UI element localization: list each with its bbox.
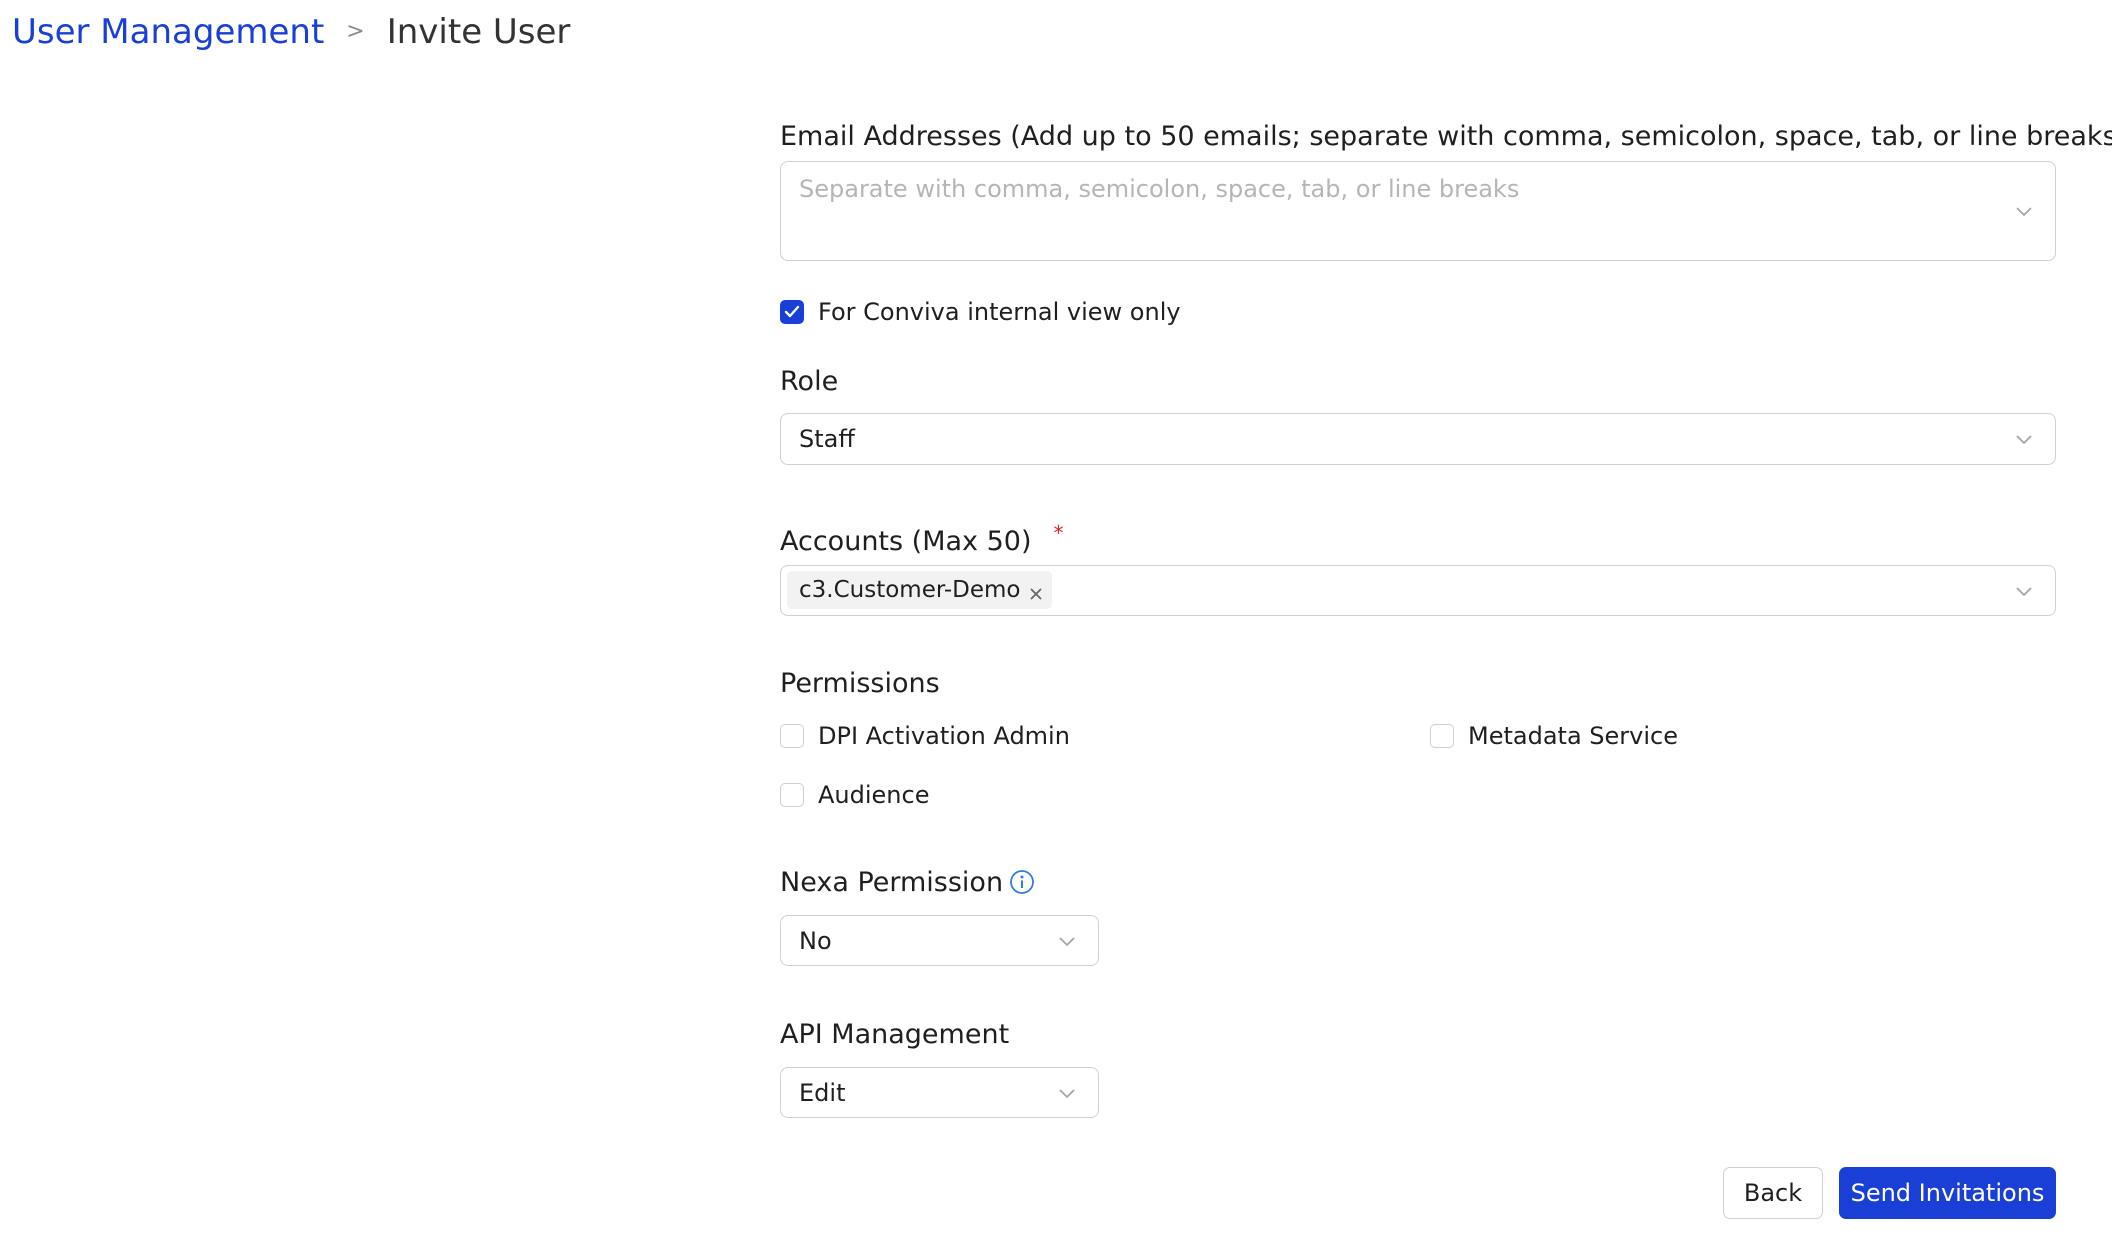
chevron-down-icon xyxy=(2015,202,2033,220)
internal-view-checkbox[interactable] xyxy=(780,300,804,324)
invite-user-page: User Management > Invite User Email Addr… xyxy=(0,0,2112,1258)
account-tag-label: c3.Customer-Demo xyxy=(799,577,1021,603)
role-selected-value: Staff xyxy=(799,425,855,453)
chevron-down-icon xyxy=(1058,1084,1076,1102)
permission-checkbox[interactable] xyxy=(1430,724,1454,748)
permission-dpi-activation-admin[interactable]: DPI Activation Admin xyxy=(780,722,1070,750)
permission-audience[interactable]: Audience xyxy=(780,781,929,809)
email-label-text: Email Addresses (Add up to 50 emails; se… xyxy=(780,121,2112,152)
permissions-label: Permissions xyxy=(780,668,940,699)
api-management-label: API Management xyxy=(780,1019,1010,1050)
accounts-label: Accounts (Max 50) * xyxy=(780,515,1064,560)
close-icon[interactable] xyxy=(1028,582,1044,600)
nexa-permission-label-text: Nexa Permission xyxy=(780,867,1004,898)
permission-label: Audience xyxy=(818,781,930,809)
email-input[interactable]: Separate with comma, semicolon, space, t… xyxy=(780,161,2056,261)
accounts-required-mark: * xyxy=(1053,521,1064,545)
role-label: Role xyxy=(780,366,839,397)
breadcrumb: User Management > Invite User xyxy=(12,10,570,54)
email-placeholder: Separate with comma, semicolon, space, t… xyxy=(799,175,1520,203)
send-invitations-button[interactable]: Send Invitations xyxy=(1839,1167,2056,1219)
accounts-label-text: Accounts (Max 50) xyxy=(780,526,1032,557)
nexa-permission-value: No xyxy=(799,927,832,955)
permission-label: Metadata Service xyxy=(1468,722,1678,750)
chevron-down-icon xyxy=(2015,430,2033,448)
api-management-select[interactable]: Edit xyxy=(780,1067,1099,1118)
internal-view-label: For Conviva internal view only xyxy=(818,298,1181,326)
chevron-down-icon xyxy=(1058,932,1076,950)
permission-label: DPI Activation Admin xyxy=(818,722,1070,750)
nexa-permission-select[interactable]: No xyxy=(780,915,1099,966)
breadcrumb-current: Invite User xyxy=(386,12,571,52)
api-management-value: Edit xyxy=(799,1079,846,1107)
permission-metadata-service[interactable]: Metadata Service xyxy=(1430,722,1678,750)
nexa-permission-label: Nexa Permission xyxy=(780,865,1035,905)
role-select[interactable]: Staff xyxy=(780,413,2056,465)
breadcrumb-user-management-link[interactable]: User Management xyxy=(12,10,324,54)
chevron-down-icon xyxy=(2015,582,2033,600)
info-icon[interactable] xyxy=(1009,869,1035,905)
internal-view-checkbox-row[interactable]: For Conviva internal view only xyxy=(780,298,1181,326)
back-button[interactable]: Back xyxy=(1723,1167,1823,1219)
email-label: Email Addresses (Add up to 50 emails; se… xyxy=(780,110,2112,155)
permission-checkbox[interactable] xyxy=(780,724,804,748)
breadcrumb-separator: > xyxy=(346,19,365,44)
accounts-multiselect[interactable]: c3.Customer-Demo xyxy=(780,565,2056,616)
account-tag: c3.Customer-Demo xyxy=(787,571,1053,609)
permission-checkbox[interactable] xyxy=(780,783,804,807)
check-icon xyxy=(784,305,800,318)
